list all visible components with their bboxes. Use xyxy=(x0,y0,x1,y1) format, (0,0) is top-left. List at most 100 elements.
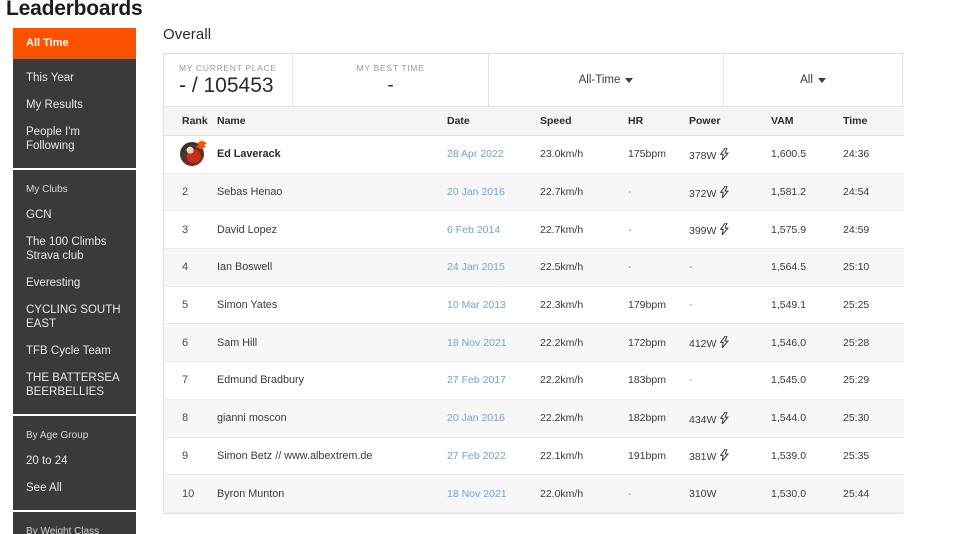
table-row[interactable]: 4 Ian Boswell 24 Jan 2015 22.5km/h - - 1,564.5… xyxy=(164,248,904,287)
cell-name[interactable]: gianni moscon xyxy=(217,399,447,438)
sidebar-item-see-all[interactable]: See All xyxy=(13,475,136,502)
sidebar-item-cycling-south-east[interactable]: CYCLING SOUTH EAST xyxy=(13,297,136,338)
athlete-name[interactable]: David Lopez xyxy=(217,224,277,236)
cell-time: 24:59 xyxy=(843,210,904,250)
table-row[interactable]: 6 Sam Hill 18 Nov 2021 22.2km/h 172bpm 412W 1,… xyxy=(164,323,904,363)
cell-date[interactable]: 6 Feb 2014 xyxy=(447,210,540,250)
cell-date[interactable]: 20 Jan 2016 xyxy=(447,399,540,438)
athlete-name[interactable]: Ian Boswell xyxy=(217,261,272,273)
sidebar-item-my-results[interactable]: My Results xyxy=(13,92,136,119)
activity-date-link[interactable]: 20 Jan 2016 xyxy=(447,412,505,424)
column-header-time[interactable]: Time xyxy=(843,107,904,136)
chevron-down-icon xyxy=(625,77,634,83)
cell-date[interactable]: 20 Jan 2016 xyxy=(447,173,540,212)
athlete-name[interactable]: Simon Yates xyxy=(217,299,277,311)
time-value: 25:30 xyxy=(843,412,870,425)
cell-date[interactable]: 18 Nov 2021 xyxy=(447,323,540,363)
cell-name[interactable]: Edmund Bradbury xyxy=(217,361,447,400)
cell-name[interactable]: Simon Yates xyxy=(217,286,447,325)
cell-rank: 7 xyxy=(164,361,217,400)
cell-name[interactable]: Byron Munton xyxy=(217,474,447,513)
table-row[interactable]: 3 David Lopez 6 Feb 2014 22.7km/h - 399W 1,575… xyxy=(164,210,904,250)
speed-value: 22.0km/h xyxy=(540,487,584,500)
activity-date-link[interactable]: 6 Feb 2014 xyxy=(447,224,500,236)
athlete-name[interactable]: Sebas Henao xyxy=(217,186,282,198)
athlete-name[interactable]: Byron Munton xyxy=(217,488,284,500)
avatar[interactable] xyxy=(180,140,208,167)
vam-value: 1,546.0 xyxy=(771,336,807,349)
stat-current-place-value: - / 105453 xyxy=(179,73,274,97)
activity-date-link[interactable]: 10 Mar 2013 xyxy=(447,299,506,311)
hr-value: 183bpm xyxy=(628,374,666,387)
cell-name[interactable]: David Lopez xyxy=(217,210,447,250)
table-row[interactable]: 8 gianni moscon 20 Jan 2016 22.2km/h 182bpm 4… xyxy=(164,399,904,438)
cell-time: 25:44 xyxy=(843,474,904,513)
sidebar-item-all-time[interactable]: All Time xyxy=(13,28,136,59)
table-row[interactable]: Ed Laverack 28 Apr 2022 23.0km/h 175bpm 378W… xyxy=(164,135,904,174)
table-row[interactable]: 7 Edmund Bradbury 27 Feb 2017 22.2km/h 183bp… xyxy=(164,361,904,400)
activity-date-link[interactable]: 18 Nov 2021 xyxy=(447,488,507,500)
table-row[interactable]: 9 Simon Betz // www.albextrem.de 27 Feb 20… xyxy=(164,437,904,476)
activity-date-link[interactable]: 24 Jan 2015 xyxy=(447,261,505,273)
vam-value: 1,545.0 xyxy=(771,374,807,387)
activity-date-link[interactable]: 27 Feb 2017 xyxy=(447,374,506,386)
athlete-name[interactable]: gianni moscon xyxy=(217,412,287,424)
cell-vam: 1,546.0 xyxy=(771,323,843,363)
stat-best-time: MY BEST TIME - xyxy=(293,54,489,106)
column-header-rank[interactable]: Rank xyxy=(164,107,217,136)
cell-date[interactable]: 10 Mar 2013 xyxy=(447,286,540,325)
time-value: 24:59 xyxy=(843,223,870,236)
sidebar-group-age-group: By Age Group 20 to 24 See All xyxy=(13,414,136,510)
sidebar-item-20-to-24[interactable]: 20 to 24 xyxy=(13,448,136,475)
cell-date[interactable]: 24 Jan 2015 xyxy=(447,248,540,287)
cell-date[interactable]: 27 Feb 2017 xyxy=(447,361,540,400)
athlete-name[interactable]: Simon Betz // www.albextrem.de xyxy=(217,450,372,462)
cell-date[interactable]: 28 Apr 2022 xyxy=(447,135,540,174)
cell-date[interactable]: 27 Feb 2022 xyxy=(447,437,540,476)
cell-name[interactable]: Sebas Henao xyxy=(217,173,447,212)
table-row[interactable]: 10 Byron Munton 18 Nov 2021 22.0km/h - 310W 1,… xyxy=(164,474,904,513)
athlete-name[interactable]: Sam Hill xyxy=(217,337,257,349)
date-filter-control[interactable]: All-Time xyxy=(579,74,634,86)
cell-name[interactable]: Ed Laverack xyxy=(217,135,447,174)
activity-date-link[interactable]: 18 Nov 2021 xyxy=(447,337,507,349)
sidebar-item-tfb-cycle-team[interactable]: TFB Cycle Team xyxy=(13,338,136,365)
table-row[interactable]: 5 Simon Yates 10 Mar 2013 22.3km/h 179bpm - 1,… xyxy=(164,286,904,325)
power-value: - xyxy=(689,374,693,387)
club-filter-control[interactable]: All xyxy=(800,74,826,86)
activity-date-link[interactable]: 27 Feb 2022 xyxy=(447,450,506,462)
table-row[interactable]: 2 Sebas Henao 20 Jan 2016 22.7km/h - 372W 1,58… xyxy=(164,173,904,212)
column-header-power[interactable]: Power xyxy=(689,107,771,136)
column-header-speed[interactable]: Speed xyxy=(540,107,628,136)
cell-name[interactable]: Sam Hill xyxy=(217,323,447,363)
cell-vam: 1,530.0 xyxy=(771,474,843,513)
cell-date[interactable]: 18 Nov 2021 xyxy=(447,474,540,513)
table-header: Rank Name Date Speed HR Power VAM Time xyxy=(164,107,904,136)
speed-value: 23.0km/h xyxy=(540,148,584,161)
column-header-hr[interactable]: HR xyxy=(628,107,689,136)
column-header-date[interactable]: Date xyxy=(447,107,540,136)
sidebar-item-gcn[interactable]: GCN xyxy=(13,202,136,229)
cell-name[interactable]: Simon Betz // www.albextrem.de xyxy=(217,437,447,476)
activity-date-link[interactable]: 28 Apr 2022 xyxy=(447,148,504,160)
column-header-vam[interactable]: VAM xyxy=(771,107,843,136)
sidebar-item-this-year[interactable]: This Year xyxy=(13,65,136,92)
athlete-name[interactable]: Ed Laverack xyxy=(217,148,281,160)
activity-date-link[interactable]: 20 Jan 2016 xyxy=(447,186,505,198)
athlete-name[interactable]: Edmund Bradbury xyxy=(217,374,304,386)
cell-hr: 183bpm xyxy=(628,361,689,400)
cell-vam: 1,544.0 xyxy=(771,399,843,438)
sidebar-item-everesting[interactable]: Everesting xyxy=(13,270,136,297)
power-value: 412W xyxy=(689,338,717,351)
club-filter-dropdown[interactable]: All xyxy=(724,54,902,106)
cell-vam: 1,581.2 xyxy=(771,173,843,212)
time-value: 25:25 xyxy=(843,299,870,312)
date-filter-dropdown[interactable]: All-Time xyxy=(489,54,724,106)
sidebar-item-the-100-climbs-strava-club[interactable]: The 100 Climbs Strava club xyxy=(13,229,136,270)
column-header-name[interactable]: Name xyxy=(217,107,447,136)
speed-value: 22.2km/h xyxy=(540,374,584,387)
cell-name[interactable]: Ian Boswell xyxy=(217,248,447,287)
rank-value: 7 xyxy=(182,374,189,387)
sidebar-item-the-battersea-beerbellies[interactable]: THE BATTERSEA BEERBELLIES xyxy=(13,365,136,406)
sidebar-item-people-i-m-following[interactable]: People I'm Following xyxy=(13,119,136,160)
